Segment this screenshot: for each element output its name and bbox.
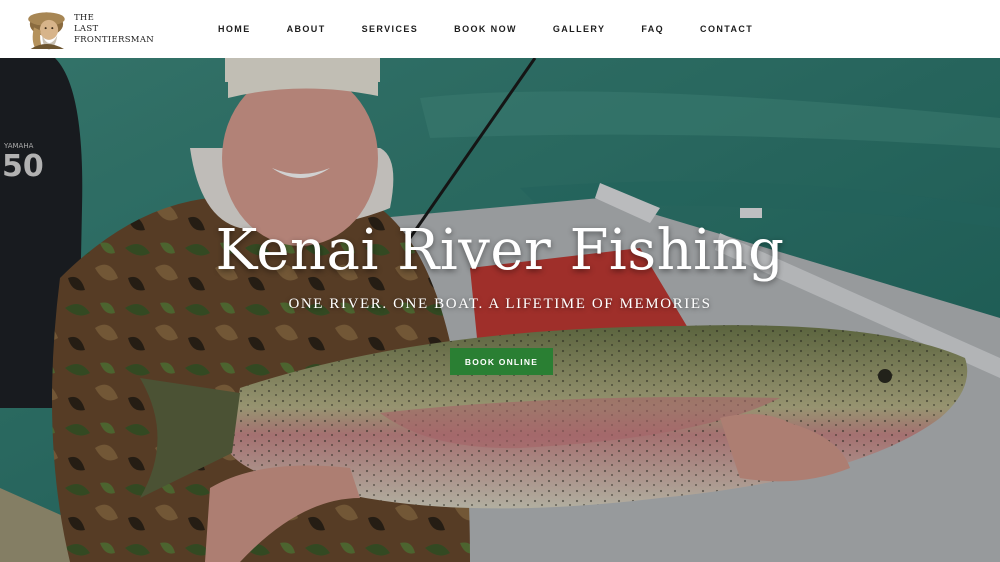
nav-home-link[interactable]: HOME — [218, 24, 251, 34]
frontiersman-portrait-icon — [24, 7, 69, 51]
nav-services-link[interactable]: SERVICES — [362, 24, 419, 34]
nav-faq-link[interactable]: FAQ — [641, 24, 664, 34]
site-logo[interactable]: THE LAST FRONTIERSMAN — [24, 3, 154, 55]
logo-line-2: LAST — [73, 23, 99, 34]
hero-section: 50 YAMAHA Kenai River Fishing ONE RIVER.… — [0, 58, 1000, 562]
hero-title: Kenai River Fishing — [215, 218, 785, 283]
nav-about-link[interactable]: ABOUT — [287, 24, 326, 34]
main-navigation: HOME ABOUT SERVICES BOOK NOW GALLERY FAQ… — [218, 21, 753, 37]
logo-line-1: THE — [73, 12, 95, 23]
hero-subtitle: ONE RIVER. ONE BOAT. A LIFETIME OF MEMOR… — [288, 296, 712, 312]
logo-wordmark: THE LAST FRONTIERSMAN — [74, 13, 154, 46]
book-online-button[interactable]: BOOK ONLINE — [450, 348, 553, 375]
site-header: THE LAST FRONTIERSMAN HOME ABOUT SERVICE… — [0, 0, 1000, 58]
nav-gallery-link[interactable]: GALLERY — [553, 24, 605, 34]
nav-book-now-link[interactable]: BOOK NOW — [454, 24, 517, 34]
logo-line-3: FRONTIERSMAN — [73, 34, 154, 45]
nav-contact-link[interactable]: CONTACT — [700, 24, 753, 34]
